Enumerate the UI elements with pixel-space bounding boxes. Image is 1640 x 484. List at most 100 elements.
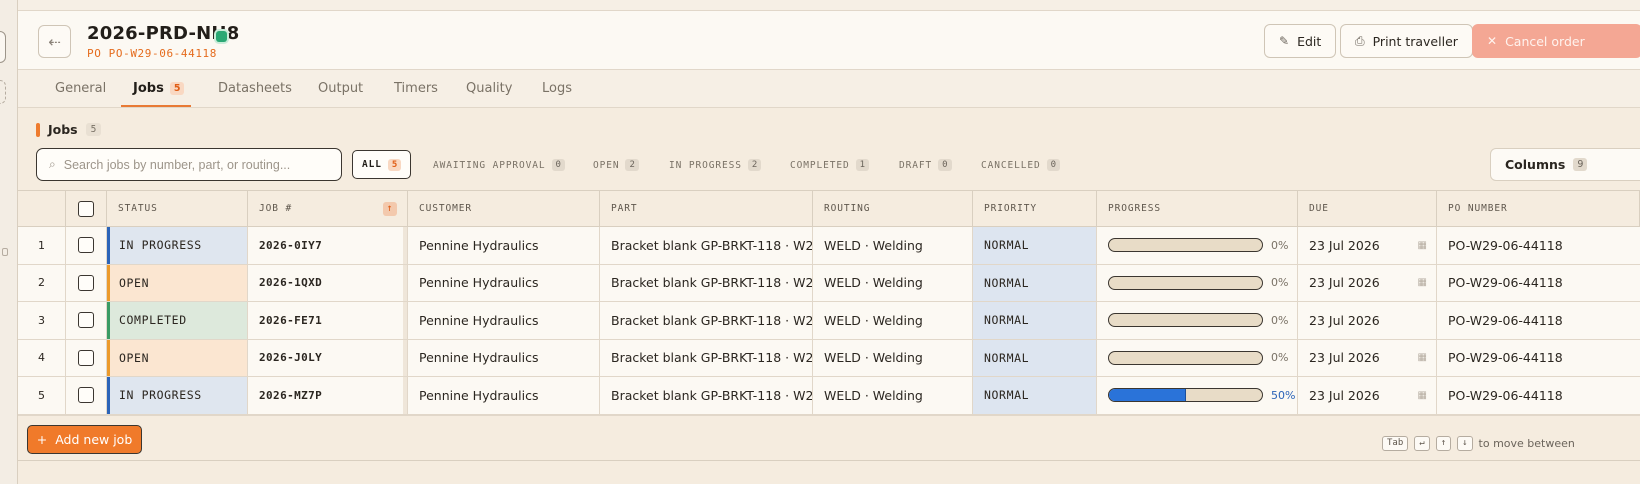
table-row[interactable]: 1 IN PROGRESS 2026-0IY7 Pennine Hydraulics B… <box>18 227 1640 265</box>
po-number-cell[interactable]: PO-W29-06-44118 <box>1437 340 1640 377</box>
select-all-checkbox[interactable] <box>78 200 94 217</box>
customer-cell[interactable]: Pennine Hydraulics <box>408 302 600 339</box>
filter-all[interactable]: ALL 5 <box>352 150 412 179</box>
header-due[interactable]: DUE <box>1298 191 1437 226</box>
print-traveller-button[interactable]: ⎙ Print traveller <box>1340 24 1473 58</box>
po-number-cell[interactable]: PO-W29-06-44118 <box>1437 265 1640 302</box>
routing-cell[interactable]: WELD · Welding <box>813 227 973 264</box>
due-cell[interactable]: 23 Jul 2026 ▦ <box>1298 339 1437 376</box>
header-customer[interactable]: CUSTOMER <box>408 191 600 226</box>
due-cell[interactable]: 23 Jul 2026 ▦ <box>1298 264 1437 301</box>
part-cell[interactable]: Bracket blank GP-BRKT-118 · W2... <box>600 302 813 339</box>
status-badge[interactable]: OPEN <box>107 339 248 376</box>
header-index <box>18 191 66 226</box>
filter-awaiting-approval[interactable]: AWAITING APPROVAL 0 <box>433 153 565 177</box>
calendar-icon[interactable]: ▦ <box>1418 240 1427 251</box>
header-part[interactable]: PART <box>600 191 813 226</box>
priority-cell[interactable]: NORMAL <box>973 302 1097 339</box>
table-row[interactable]: 2 OPEN 2026-1QXD Pennine Hydraulics Bracket … <box>18 264 1640 302</box>
calendar-icon[interactable]: ▦ <box>1418 390 1427 401</box>
job-number[interactable]: 2026-1QXD <box>248 264 408 301</box>
due-cell[interactable]: 23 Jul 2026 ▦ <box>1298 227 1437 264</box>
part-cell[interactable]: Bracket blank GP-BRKT-118 · W2... <box>600 377 813 414</box>
job-number[interactable]: 2026-MZ7P <box>248 377 408 414</box>
progress-bar <box>1108 313 1263 328</box>
table-row[interactable]: 3 COMPLETED 2026-FE71 Pennine Hydraulics Bra… <box>18 302 1640 340</box>
status-badge[interactable]: IN PROGRESS <box>107 377 248 414</box>
job-search[interactable]: ⌕ <box>36 148 342 181</box>
back-button[interactable]: ⇠ <box>38 25 71 58</box>
progress-percent: 0% <box>1271 313 1289 327</box>
part-cell[interactable]: Bracket blank GP-BRKT-118 · W2... <box>600 339 813 376</box>
columns-button[interactable]: Columns 9 <box>1490 148 1640 181</box>
tab-logs[interactable]: Logs <box>542 81 572 96</box>
calendar-icon[interactable]: ▦ <box>1418 352 1427 363</box>
rail-placeholder-handle[interactable] <box>0 80 6 104</box>
cancel-order-button[interactable]: ✕ Cancel order <box>1472 24 1640 58</box>
job-number[interactable]: 2026-FE71 <box>248 302 408 339</box>
routing-cell[interactable]: WELD · Welding <box>813 302 973 339</box>
job-number[interactable]: 2026-J0LY <box>248 339 408 376</box>
table-row[interactable]: 4 OPEN 2026-J0LY Pennine Hydraulics Bracket … <box>18 339 1640 377</box>
priority-cell[interactable]: NORMAL <box>973 377 1097 414</box>
status-badge[interactable]: OPEN <box>107 264 248 301</box>
customer-cell[interactable]: Pennine Hydraulics <box>408 264 600 301</box>
filter-cancelled[interactable]: CANCELLED 0 <box>981 153 1060 177</box>
filter-label: AWAITING APPROVAL <box>433 159 546 171</box>
status-badge[interactable]: COMPLETED <box>107 302 248 339</box>
part-cell[interactable]: Bracket blank GP-BRKT-118 · W2... <box>600 264 813 301</box>
priority-cell[interactable]: NORMAL <box>973 264 1097 301</box>
filter-draft[interactable]: DRAFT 0 <box>899 153 952 177</box>
due-cell[interactable]: 23 Jul 2026 ▦ <box>1298 377 1437 414</box>
customer-cell[interactable]: Pennine Hydraulics <box>408 227 600 264</box>
row-checkbox[interactable] <box>78 274 94 291</box>
routing-cell[interactable]: WELD · Welding <box>813 377 973 414</box>
routing-cell[interactable]: WELD · Welding <box>813 264 973 301</box>
header-progress[interactable]: PROGRESS <box>1097 191 1298 226</box>
priority-cell[interactable]: NORMAL <box>973 227 1097 264</box>
status-badge[interactable]: IN PROGRESS <box>107 227 248 264</box>
po-number-cell[interactable]: PO-W29-06-44118 <box>1437 227 1640 264</box>
due-cell[interactable]: 23 Jul 2026 <box>1298 302 1437 339</box>
priority-cell[interactable]: NORMAL <box>973 339 1097 376</box>
left-rail <box>0 0 18 484</box>
row-checkbox[interactable] <box>78 387 94 404</box>
filter-open[interactable]: OPEN 2 <box>593 153 639 177</box>
add-new-job-button[interactable]: + Add new job <box>27 425 142 454</box>
header-status[interactable]: STATUS <box>107 191 248 226</box>
progress-cell: 50% <box>1097 377 1298 414</box>
search-input[interactable] <box>63 157 334 172</box>
header-routing[interactable]: ROUTING <box>813 191 973 226</box>
filter-completed[interactable]: COMPLETED 1 <box>790 153 869 177</box>
filter-in-progress[interactable]: IN PROGRESS 2 <box>669 153 762 177</box>
tab-timers[interactable]: Timers <box>394 81 438 96</box>
due-date: 23 Jul 2026 <box>1309 312 1380 328</box>
calendar-icon[interactable]: ▦ <box>1418 277 1427 288</box>
progress-bar <box>1108 350 1263 365</box>
job-number[interactable]: 2026-0IY7 <box>248 227 408 264</box>
table-row[interactable]: 5 IN PROGRESS 2026-MZ7P Pennine Hydraulics B… <box>18 377 1640 415</box>
row-index: 2 <box>18 264 66 301</box>
header-priority[interactable]: PRIORITY <box>973 191 1097 226</box>
customer-cell[interactable]: Pennine Hydraulics <box>408 377 600 414</box>
pencil-icon: ✎ <box>1279 34 1290 48</box>
po-number-cell[interactable]: PO-W29-06-44118 <box>1437 377 1640 414</box>
tab-output[interactable]: Output <box>318 81 363 96</box>
customer-cell[interactable]: Pennine Hydraulics <box>408 339 600 376</box>
edit-button[interactable]: ✎ Edit <box>1264 24 1337 58</box>
row-checkbox[interactable] <box>78 237 94 254</box>
tab-jobs[interactable]: Jobs 5 <box>133 81 185 96</box>
header-po-number[interactable]: PO NUMBER <box>1437 191 1640 226</box>
header-job[interactable]: JOB # ↑ <box>248 191 408 226</box>
tab-general[interactable]: General <box>55 81 106 96</box>
tab-label: Datasheets <box>218 81 292 96</box>
tab-datasheets[interactable]: Datasheets <box>218 81 292 96</box>
routing-cell[interactable]: WELD · Welding <box>813 339 973 376</box>
rail-toggle-handle[interactable] <box>0 31 6 63</box>
row-checkbox[interactable] <box>78 312 94 329</box>
tab-quality[interactable]: Quality <box>466 81 512 96</box>
row-checkbox[interactable] <box>78 349 94 366</box>
po-number-cell[interactable]: PO-W29-06-44118 <box>1437 302 1640 339</box>
sort-ascending-icon[interactable]: ↑ <box>383 201 397 216</box>
part-cell[interactable]: Bracket blank GP-BRKT-118 · W2... <box>600 227 813 264</box>
